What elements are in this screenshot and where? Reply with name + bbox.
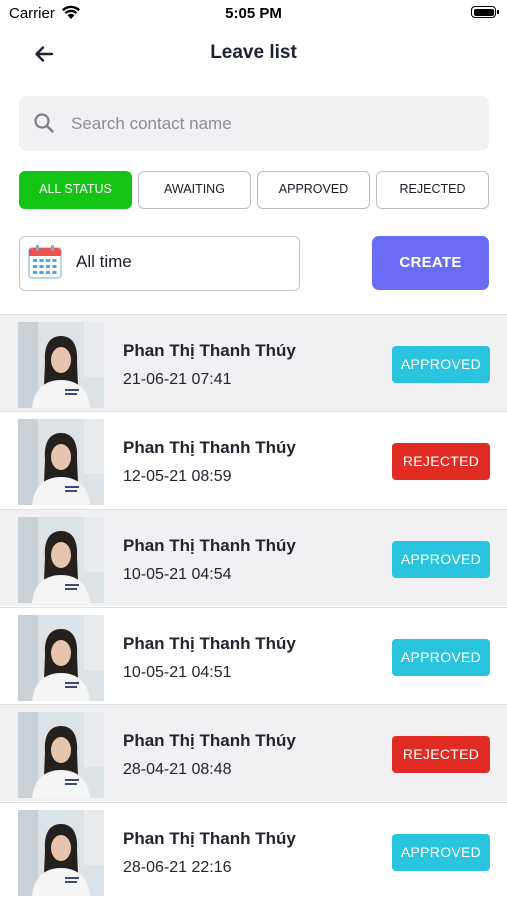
leave-date: 28-06-21 22:16 (123, 859, 232, 876)
employee-name: Phan Thị Thanh Thúy (123, 829, 296, 848)
status-filter-group: ALL STATUS AWAITING APPROVED REJECTED (19, 171, 489, 209)
date-range-label: All time (76, 252, 132, 271)
avatar (18, 615, 104, 701)
employee-name: Phan Thị Thanh Thúy (123, 634, 296, 653)
page-title: Leave list (210, 42, 297, 63)
battery-icon (471, 6, 499, 18)
leave-date: 21-06-21 07:41 (123, 371, 232, 388)
employee-name: Phan Thị Thanh Thúy (123, 438, 296, 457)
leave-item[interactable]: Phan Thị Thanh Thúy 28-06-21 22:16 APPRO… (0, 802, 507, 899)
search-bar (19, 96, 489, 151)
search-icon (34, 113, 54, 133)
leave-item[interactable]: Phan Thị Thanh Thúy 28-04-21 08:48 REJEC… (0, 704, 507, 801)
status-badge: APPROVED (392, 541, 490, 578)
leave-date: 10-05-21 04:54 (123, 566, 232, 583)
avatar (18, 419, 104, 505)
filter-approved[interactable]: APPROVED (257, 171, 370, 209)
clock: 5:05 PM (225, 5, 282, 22)
employee-name: Phan Thị Thanh Thúy (123, 341, 296, 360)
leave-item[interactable]: Phan Thị Thanh Thúy 21-06-21 07:41 APPRO… (0, 314, 507, 411)
date-range-picker[interactable]: All time (19, 236, 300, 291)
status-badge: APPROVED (392, 346, 490, 383)
status-badge: REJECTED (392, 736, 490, 773)
leave-date: 10-05-21 04:51 (123, 664, 232, 681)
status-bar: Carrier 5:05 PM (0, 0, 507, 30)
search-input[interactable] (71, 96, 471, 151)
status-badge: REJECTED (392, 443, 490, 480)
leave-item[interactable]: Phan Thị Thanh Thúy 12-05-21 08:59 REJEC… (0, 411, 507, 508)
avatar (18, 810, 104, 896)
filter-all-status[interactable]: ALL STATUS (19, 171, 132, 209)
nav-bar: Leave list (0, 30, 507, 76)
status-badge: APPROVED (392, 639, 490, 676)
avatar (18, 517, 104, 603)
filter-rejected[interactable]: REJECTED (376, 171, 489, 209)
create-button[interactable]: CREATE (372, 236, 489, 290)
avatar (18, 322, 104, 408)
avatar (18, 712, 104, 798)
employee-name: Phan Thị Thanh Thúy (123, 731, 296, 750)
status-badge: APPROVED (392, 834, 490, 871)
leave-date: 12-05-21 08:59 (123, 468, 232, 485)
leave-date: 28-04-21 08:48 (123, 761, 232, 778)
leave-item[interactable]: Phan Thị Thanh Thúy 10-05-21 04:54 APPRO… (0, 509, 507, 606)
filter-awaiting[interactable]: AWAITING (138, 171, 251, 209)
calendar-icon (28, 245, 62, 279)
leave-item[interactable]: Phan Thị Thanh Thúy 10-05-21 04:51 APPRO… (0, 607, 507, 704)
employee-name: Phan Thị Thanh Thúy (123, 536, 296, 555)
